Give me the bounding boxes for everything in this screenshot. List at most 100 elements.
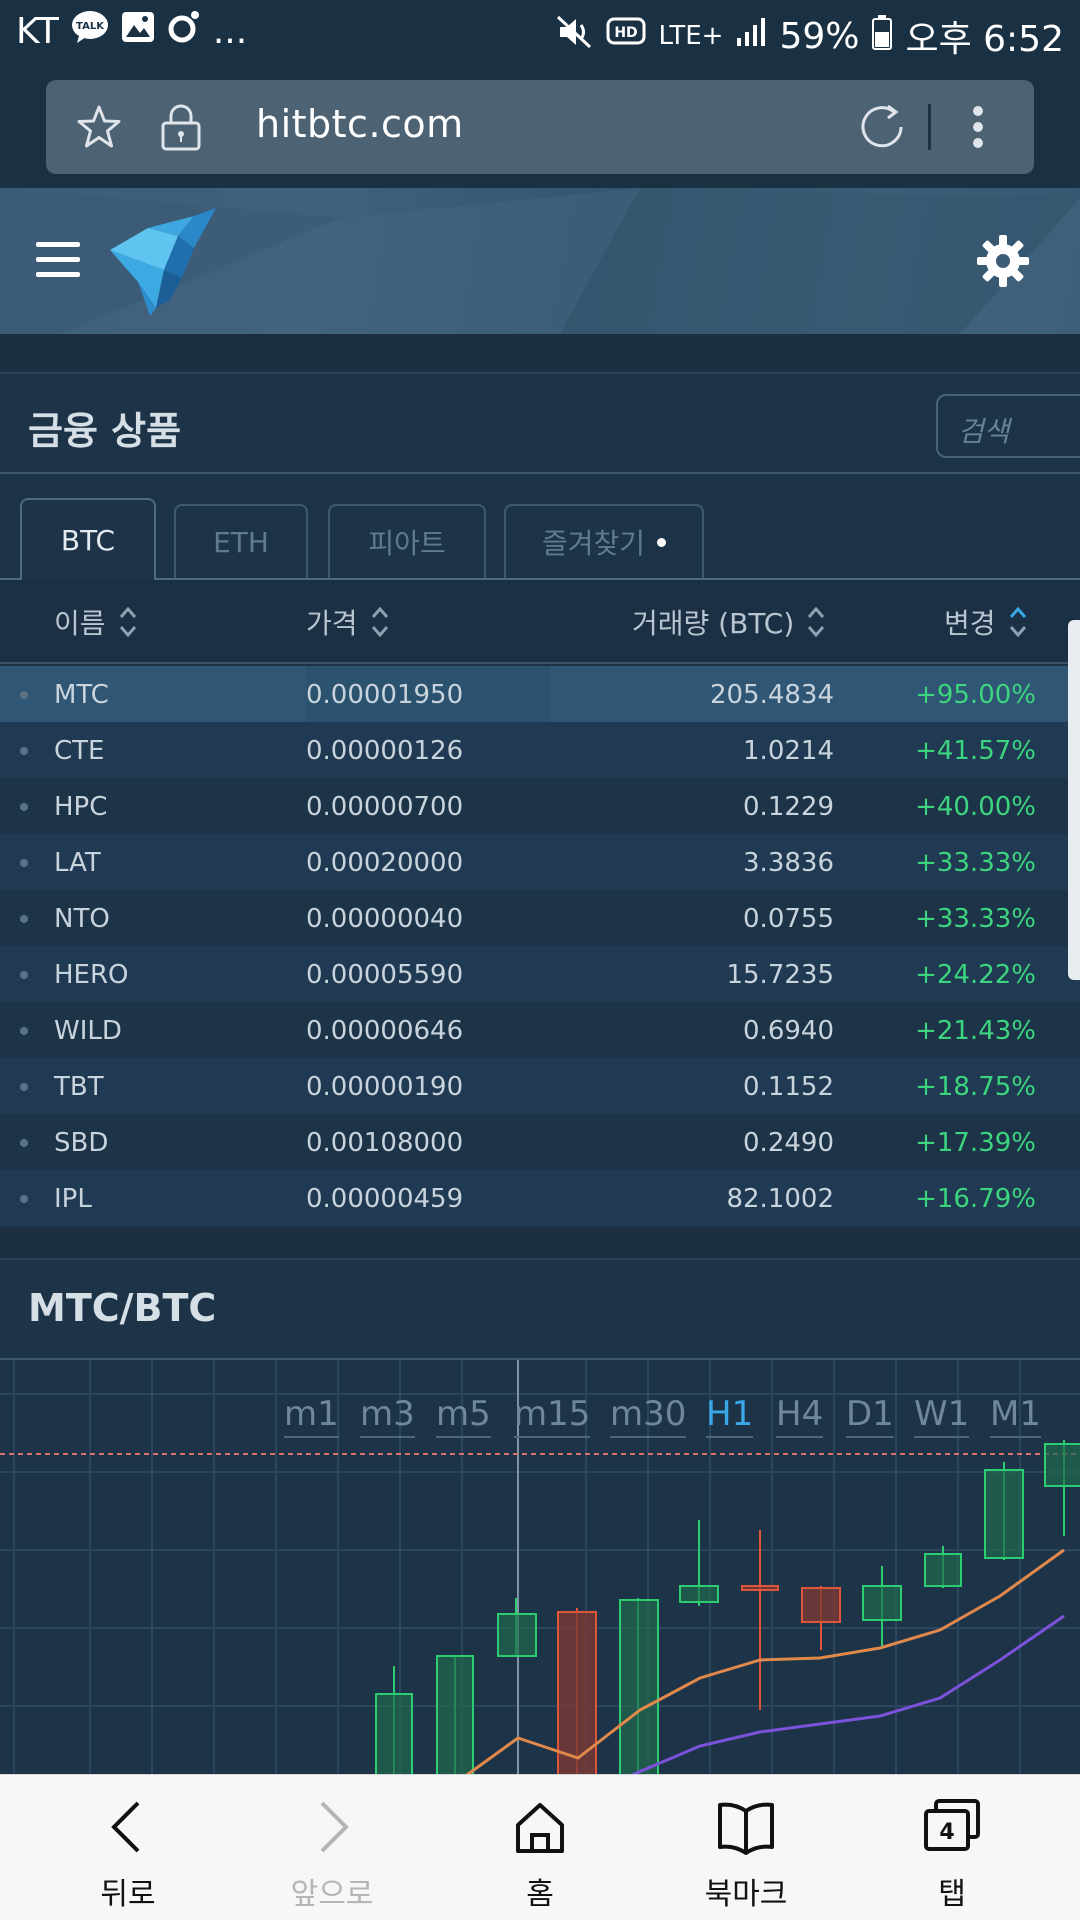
settings-gear-icon[interactable]: [976, 234, 1030, 288]
row-bullet: [20, 915, 28, 923]
row-volume: 0.6940: [743, 1016, 834, 1046]
row-volume: 3.3836: [743, 848, 834, 878]
header-divider: [0, 662, 1080, 664]
row-change: +95.00%: [915, 680, 1036, 710]
tab-btc-label: BTC: [60, 523, 116, 557]
tab-favorites[interactable]: 즐겨찾기: [504, 504, 704, 578]
row-change: +21.43%: [915, 1016, 1036, 1046]
timeframe-d1[interactable]: D1: [846, 1394, 894, 1438]
address-bar[interactable]: hitbtc.com: [46, 80, 1034, 174]
panel-title: 금융 상품: [28, 409, 182, 453]
chart-symbol-title: MTC/BTC: [28, 1286, 217, 1330]
tab-btc[interactable]: BTC: [20, 498, 156, 580]
timeframe-h1[interactable]: H1: [706, 1394, 754, 1438]
row-bullet: [20, 803, 28, 811]
row-volume: 205.4834: [709, 680, 834, 710]
side-panel-handle[interactable]: [1068, 620, 1080, 980]
row-change: +24.22%: [915, 960, 1036, 990]
row-price: 0.00108000: [306, 1128, 464, 1158]
talk-icon: TALK: [71, 10, 109, 53]
reload-icon[interactable]: [856, 80, 910, 174]
hd-voice-icon: HD: [606, 15, 646, 58]
search-input[interactable]: 검색: [936, 394, 1080, 458]
chart-panel: MTC/BTC m1 m3 m5 m15 m30 H1 H4 D1 W1 M1: [0, 1258, 1080, 1780]
column-header-price[interactable]: 가격: [306, 602, 390, 642]
candle: [1044, 1440, 1080, 1536]
tab-eth[interactable]: ETH: [174, 504, 308, 578]
row-price: 0.00000126: [306, 736, 464, 766]
column-name-label: 이름: [54, 607, 106, 640]
row-change: +41.57%: [915, 736, 1036, 766]
table-row[interactable]: HERO 0.00005590 15.7235 +24.22%: [0, 946, 1080, 1002]
table-row[interactable]: CTE 0.00000126 1.0214 +41.57%: [0, 722, 1080, 778]
candle: [375, 1666, 413, 1780]
row-price: 0.00000700: [306, 792, 464, 822]
bookmark-star-icon[interactable]: [74, 80, 124, 174]
battery-percent: 59%: [779, 15, 860, 57]
sort-desc-active-icon: [1009, 606, 1026, 638]
tabs-button[interactable]: 4 탭: [882, 1775, 1022, 1920]
row-volume: 0.1229: [743, 792, 834, 822]
battery-icon: [871, 14, 893, 59]
book-icon: [718, 1802, 774, 1855]
carrier-label: KT: [16, 11, 59, 52]
hitbtc-logo[interactable]: [108, 208, 220, 318]
gallery-icon: [121, 11, 155, 52]
column-header-name[interactable]: 이름: [54, 602, 138, 642]
search-placeholder: 검색: [958, 415, 1010, 448]
table-row[interactable]: SBD 0.00108000 0.2490 +17.39%: [0, 1114, 1080, 1170]
timeframe-mn1[interactable]: M1: [990, 1394, 1041, 1438]
table-row[interactable]: IPL 0.00000459 82.1002 +16.79%: [0, 1170, 1080, 1226]
tabs-label: 탭: [938, 1877, 966, 1912]
row-name: NTO: [54, 904, 110, 934]
timeframe-m30[interactable]: m30: [610, 1394, 687, 1438]
home-button[interactable]: 홈: [470, 1775, 610, 1920]
table-row[interactable]: TBT 0.00000190 0.1152 +18.75%: [0, 1058, 1080, 1114]
chevron-right-icon: [320, 1801, 349, 1853]
chevron-left-icon: [111, 1801, 140, 1853]
timeframe-m5[interactable]: m5: [436, 1394, 491, 1438]
row-bullet: [20, 691, 28, 699]
table-row[interactable]: LAT 0.00020000 3.3836 +33.33%: [0, 834, 1080, 890]
sort-icon: [371, 606, 388, 638]
row-name: SBD: [54, 1128, 109, 1158]
tab-fiat-label: 피아트: [368, 527, 446, 560]
row-volume: 0.0755: [743, 904, 834, 934]
row-price: 0.00001950: [306, 680, 464, 710]
back-button[interactable]: 뒤로: [58, 1775, 198, 1920]
timeframe-m15[interactable]: m15: [514, 1394, 591, 1438]
column-change-label: 변경: [944, 607, 996, 640]
row-price: 0.00020000: [306, 848, 464, 878]
tab-fiat[interactable]: 피아트: [328, 504, 486, 578]
favorites-dot-indicator: [657, 537, 667, 547]
table-row[interactable]: WILD 0.00000646 0.6940 +21.43%: [0, 1002, 1080, 1058]
lock-icon[interactable]: [156, 80, 206, 174]
row-volume: 82.1002: [726, 1184, 834, 1214]
bookmarks-button[interactable]: 북마크: [676, 1775, 816, 1920]
row-price: 0.00000040: [306, 904, 464, 934]
bookmarks-label: 북마크: [704, 1877, 788, 1912]
home-icon: [516, 1803, 564, 1853]
tab-favorites-label: 즐겨찾기: [541, 527, 646, 560]
row-name: MTC: [54, 680, 109, 710]
menu-icon[interactable]: [36, 242, 80, 278]
table-row[interactable]: NTO 0.00000040 0.0755 +33.33%: [0, 890, 1080, 946]
candle: [497, 1598, 537, 1657]
timeframe-h4[interactable]: H4: [776, 1394, 824, 1438]
column-header-change[interactable]: 변경: [944, 602, 1028, 642]
table-row[interactable]: MTC 0.00001950 205.4834 +95.00%: [0, 666, 1080, 722]
table-row[interactable]: HPC 0.00000700 0.1229 +40.00%: [0, 778, 1080, 834]
more-menu-icon[interactable]: [958, 80, 998, 174]
forward-label: 앞으로: [290, 1877, 374, 1912]
url-text[interactable]: hitbtc.com: [256, 102, 464, 146]
column-header-volume[interactable]: 거래량 (BTC): [632, 602, 826, 642]
row-price: 0.00000646: [306, 1016, 464, 1046]
timeframe-w1[interactable]: W1: [914, 1394, 970, 1438]
row-bullet: [20, 859, 28, 867]
timeframe-m3[interactable]: m3: [360, 1394, 415, 1438]
ma-slow-line: [619, 1614, 1065, 1780]
row-change: +16.79%: [915, 1184, 1036, 1214]
forward-button[interactable]: 앞으로: [262, 1775, 402, 1920]
row-name: HPC: [54, 792, 108, 822]
timeframe-m1[interactable]: m1: [284, 1394, 339, 1438]
